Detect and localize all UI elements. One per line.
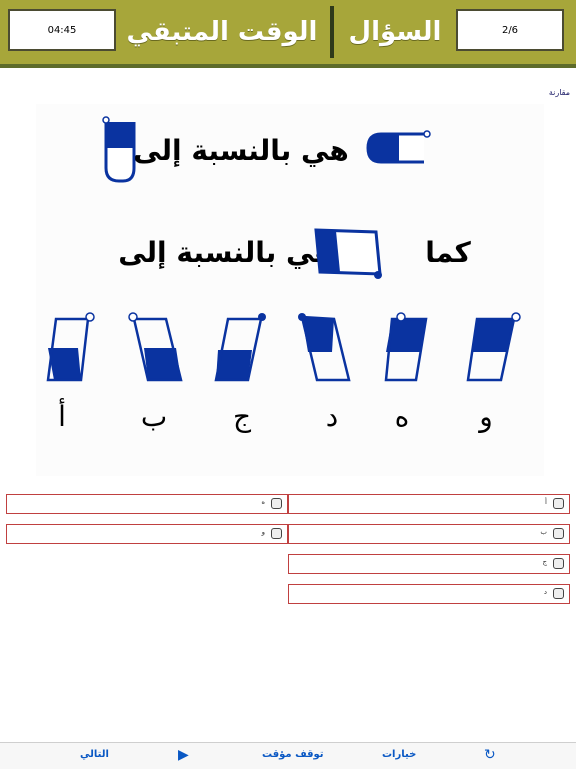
answer-figure-c xyxy=(214,313,266,382)
options-button[interactable]: خيارات xyxy=(382,749,416,760)
row2-rotated-container xyxy=(314,228,382,279)
option-label: ج xyxy=(542,558,547,566)
refresh-icon[interactable]: ↻ xyxy=(484,747,496,763)
figure-letter-a: أ xyxy=(58,397,66,433)
answer-option-d[interactable]: د xyxy=(288,584,570,604)
answer-figure-f xyxy=(466,312,521,382)
figure-letter-e: ه xyxy=(395,400,410,433)
row1-horizontal-container xyxy=(366,130,431,164)
time-left-title: الوقت المتبقي xyxy=(126,17,318,47)
option-checkbox[interactable] xyxy=(271,498,282,509)
top-header-bar: 04:45 الوقت المتبقي السؤال 2/6 xyxy=(0,0,576,68)
question-progress-box: 2/6 xyxy=(456,9,564,51)
row1-vertical-container xyxy=(102,116,136,183)
option-checkbox[interactable] xyxy=(553,528,564,539)
figure-letter-f: و xyxy=(477,400,493,433)
answer-figure-d xyxy=(298,313,351,382)
option-checkbox[interactable] xyxy=(553,498,564,509)
answer-figure-e xyxy=(384,312,428,382)
question-figure: هي بالنسبة إلى هي بالنسبة إلى كما أ ب ج … xyxy=(36,104,544,476)
answer-option-f[interactable]: و xyxy=(6,524,288,544)
answer-figure-a xyxy=(46,312,95,382)
option-label: و xyxy=(261,528,265,536)
question-title: السؤال xyxy=(348,17,442,47)
timer-value: 04:45 xyxy=(47,24,77,36)
question-type-label: مقارنة xyxy=(548,88,570,97)
row1-text: هي بالنسبة إلى xyxy=(133,134,349,168)
answer-figure-b xyxy=(128,312,183,382)
option-label: ه xyxy=(261,498,265,506)
option-label: د xyxy=(543,588,547,596)
question-figure-svg: هي بالنسبة إلى هي بالنسبة إلى كما أ ب ج … xyxy=(46,116,521,434)
next-button[interactable]: التالي xyxy=(80,749,109,760)
question-progress: 2/6 xyxy=(501,24,519,36)
figure-letter-d: د xyxy=(326,400,338,433)
option-checkbox[interactable] xyxy=(553,588,564,599)
bottom-toolbar: ↻ خيارات توقف مؤقت ▶ التالي xyxy=(0,742,576,769)
header-divider xyxy=(330,6,334,58)
play-icon[interactable]: ▶ xyxy=(178,747,189,763)
timer-box: 04:45 xyxy=(8,9,116,51)
answer-option-e[interactable]: ه xyxy=(6,494,288,514)
option-checkbox[interactable] xyxy=(553,558,564,569)
option-label: أ xyxy=(545,498,547,506)
row2-kama-text: كما xyxy=(425,236,471,269)
answer-option-c[interactable]: ج xyxy=(288,554,570,574)
option-checkbox[interactable] xyxy=(271,528,282,539)
answer-option-b[interactable]: ب xyxy=(288,524,570,544)
figure-letter-b: ب xyxy=(141,400,167,433)
answer-option-a[interactable]: أ xyxy=(288,494,570,514)
figure-letter-c: ج xyxy=(233,400,252,434)
pause-button[interactable]: توقف مؤقت xyxy=(262,749,324,760)
option-label: ب xyxy=(540,528,547,536)
row2-text: هي بالنسبة إلى xyxy=(118,236,334,270)
